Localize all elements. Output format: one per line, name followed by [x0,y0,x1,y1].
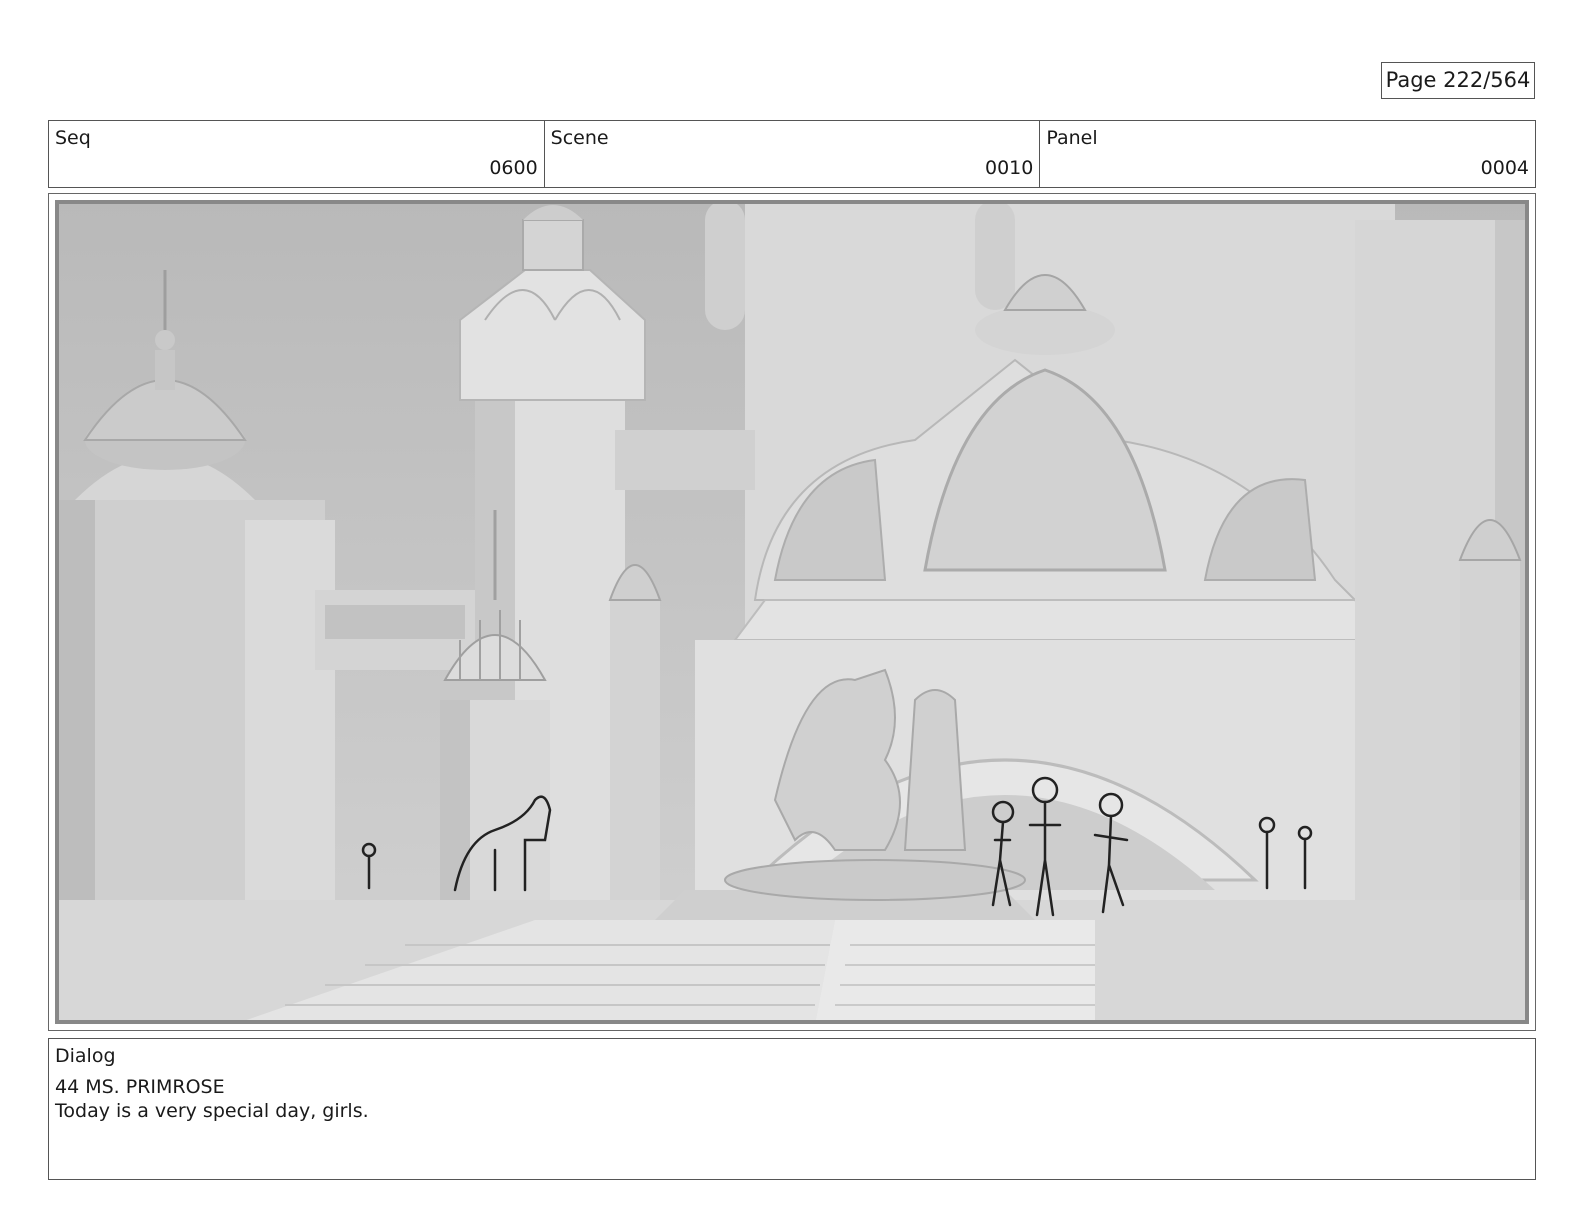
header-row: Seq 0600 Scene 0010 Panel 0004 [48,120,1536,188]
seq-value: 0600 [489,157,538,179]
seq-label: Seq [55,127,91,149]
storyboard-frame [48,193,1536,1031]
page-number: Page 222/564 [1381,62,1535,99]
scene-cell: Scene 0010 [545,121,1041,187]
dialog-label: Dialog [55,1045,116,1067]
dialog-speaker: 44 MS. PRIMROSE [55,1076,225,1098]
panel-label: Panel [1046,127,1098,149]
dialog-line: Today is a very special day, girls. [55,1100,369,1122]
dialog-box: Dialog 44 MS. PRIMROSE Today is a very s… [48,1038,1536,1180]
main-palace [615,200,1529,920]
scene-value: 0010 [984,157,1034,179]
plaza [55,890,1529,1024]
panel-value: 0004 [1480,157,1530,179]
scene-label: Scene [550,127,609,149]
storyboard-drawing [55,200,1529,1024]
seq-cell: Seq 0600 [49,121,545,187]
panel-cell: Panel 0004 [1040,121,1535,187]
